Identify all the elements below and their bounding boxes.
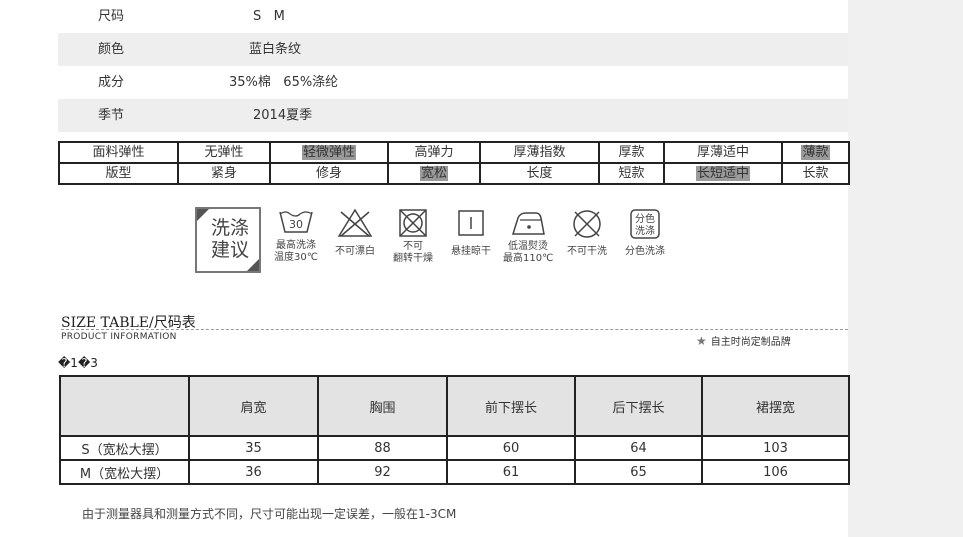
size-cell: 64	[574, 435, 703, 461]
garbled-text: �1�3	[58, 356, 98, 370]
svg-text:分色: 分色	[635, 212, 655, 225]
info-row-color: 颜色 蓝白条纹	[58, 33, 848, 66]
size-cell: 92	[317, 459, 448, 485]
attr-cell-selected: 轻微弹性	[269, 141, 389, 164]
table-row: S（宽松大摆） 35 88 60 64 103	[59, 435, 850, 461]
size-table: 肩宽 胸围 前下摆长 后下摆长 裙摆宽 S（宽松大摆） 35 88 60 64 …	[59, 375, 850, 485]
iron-low-icon: 低温熨烫 最高110℃	[503, 208, 553, 265]
header-cell: 前下摆长	[446, 375, 576, 437]
svg-text:30: 30	[289, 218, 303, 231]
size-cell: 35	[188, 435, 319, 461]
size-cell: 36	[188, 459, 319, 485]
attr-cell: 厚款	[598, 141, 665, 164]
attr-cell-selected: 薄款	[781, 141, 850, 164]
attr-cell-selected: 宽松	[387, 162, 481, 185]
size-cell: 60	[446, 435, 576, 461]
size-cell: 88	[317, 435, 448, 461]
wash-advice-title-1: 洗涤	[210, 217, 249, 239]
info-value: 35%棉 65%涤纶	[229, 75, 339, 90]
size-cell: 106	[701, 459, 850, 485]
hang-dry-icon: 悬挂晾干	[448, 208, 494, 258]
wash-30-icon: 30 最高洗涤 温度30℃	[274, 208, 318, 264]
header-cell: 胸围	[317, 375, 448, 437]
attr-cell: 版型	[58, 162, 179, 185]
attr-cell: 长度	[479, 162, 600, 185]
attr-cell: 修身	[269, 162, 389, 185]
size-cell: M（宽松大摆）	[59, 459, 190, 485]
attr-cell: 面料弹性	[58, 141, 179, 164]
separate-wash-icon: 分色 洗涤 分色洗涤	[622, 208, 668, 258]
info-row-season: 季节 2014夏季	[58, 99, 848, 132]
size-cell: 61	[446, 459, 576, 485]
info-value: S M	[253, 9, 285, 24]
info-label: 颜色	[98, 42, 125, 57]
attr-cell: 长款	[781, 162, 850, 185]
divider	[61, 329, 848, 330]
right-side-panel	[848, 0, 963, 537]
info-value: 蓝白条纹	[249, 42, 302, 57]
table-row: M（宽松大摆） 36 92 61 65 106	[59, 459, 850, 485]
attr-cell: 紧身	[177, 162, 271, 185]
header-cell: 肩宽	[188, 375, 319, 437]
attribute-row-elasticity: 面料弹性 无弹性 轻微弹性 高弹力 厚薄指数 厚款 厚薄适中 薄款	[58, 141, 850, 164]
no-dry-clean-icon: 不可干洗	[564, 208, 610, 258]
info-label: 尺码	[98, 9, 125, 24]
size-table-subtitle: PRODUCT INFORMATION	[61, 332, 177, 342]
brand-tag: ★ 自主时尚定制品牌	[696, 334, 791, 348]
size-table-header: 肩宽 胸围 前下摆长 后下摆长 裙摆宽	[59, 375, 850, 437]
attribute-row-fit: 版型 紧身 修身 宽松 长度 短款 长短适中 长款	[58, 162, 850, 185]
info-row-size: 尺码 S M	[58, 0, 848, 33]
attribute-table: 面料弹性 无弹性 轻微弹性 高弹力 厚薄指数 厚款 厚薄适中 薄款 版型 紧身 …	[58, 141, 850, 185]
size-cell: S（宽松大摆）	[59, 435, 190, 461]
attr-cell: 短款	[598, 162, 665, 185]
attr-cell-selected: 长短适中	[663, 162, 783, 185]
info-row-material: 成分 35%棉 65%涤纶	[58, 66, 848, 99]
no-bleach-icon: 不可漂白	[332, 208, 378, 258]
size-cell: 65	[574, 459, 703, 485]
attr-cell: 高弹力	[387, 141, 481, 164]
size-cell: 103	[701, 435, 850, 461]
header-cell: 后下摆长	[574, 375, 703, 437]
header-cell	[59, 375, 190, 437]
info-label: 成分	[98, 75, 125, 90]
wash-advice-title-2: 建议	[210, 239, 249, 261]
svg-text:洗涤: 洗涤	[635, 224, 655, 237]
star-icon: ★	[696, 334, 707, 348]
attr-cell: 厚薄指数	[479, 141, 600, 164]
header-cell: 裙摆宽	[701, 375, 850, 437]
wash-advice-logo: 洗涤 建议	[195, 207, 261, 273]
attr-cell: 厚薄适中	[663, 141, 783, 164]
no-tumble-dry-icon: 不可 翻转干燥	[390, 208, 436, 265]
measurement-note: 由于测量器具和测量方式不同，尺寸可能出现一定误差，一般在1-3CM	[82, 507, 457, 521]
attr-cell: 无弹性	[177, 141, 271, 164]
info-label: 季节	[98, 108, 125, 123]
info-value: 2014夏季	[253, 108, 313, 123]
